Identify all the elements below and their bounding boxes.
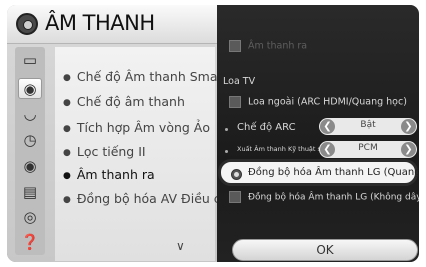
section-label: Loa TV xyxy=(223,76,256,87)
external-speaker-option[interactable]: Loa ngoài (ARC HDMI/Quang học) xyxy=(229,96,407,108)
chevron-down-icon[interactable]: ∨ xyxy=(176,239,185,253)
menu-item-label: Lọc tiếng II xyxy=(76,144,146,159)
ok-button[interactable]: OK xyxy=(232,239,418,261)
clock-icon[interactable]: ◷ xyxy=(18,130,42,151)
support-icon[interactable]: ❓ xyxy=(18,232,42,253)
checkbox[interactable] xyxy=(229,191,241,203)
speaker-icon[interactable]: ◉ xyxy=(18,78,42,99)
bullet-icon xyxy=(225,128,228,131)
chevron-right-icon[interactable]: ❯ xyxy=(401,142,416,157)
bullet-icon xyxy=(225,150,228,153)
speaker-icon xyxy=(16,13,38,35)
sound-menu-list: ● Chế độ Âm thanh Smart ● Chế độ âm thanh … xyxy=(55,47,248,261)
category-icon-column: ▭ ◉ ◡ ◷ ◉ ▤ ◎ ❓ xyxy=(15,47,45,255)
option-label: Âm thanh ra xyxy=(248,40,308,52)
option-label: Đồng bộ hóa Âm thanh LG (Quang) xyxy=(248,167,419,178)
arc-mode-label: Chế độ ARC xyxy=(237,122,296,133)
sound-out-panel: Âm thanh ra Loa TV Loa ngoài (ARC HDMI/Q… xyxy=(217,5,419,262)
lg-sync-wireless-option[interactable]: Đồng bộ hóa Âm thanh LG (Không dây) xyxy=(229,191,419,203)
menu-item-virtual-surround[interactable]: ● Tích hợp Âm vòng Ảo xyxy=(63,120,210,135)
page-title: ÂM THANH xyxy=(45,11,155,35)
digital-out-selector[interactable]: ❮ PCM ❯ xyxy=(319,141,417,158)
chevron-right-icon[interactable]: ❯ xyxy=(401,119,416,134)
menu-item-label: Tích hợp Âm vòng Ảo xyxy=(76,120,210,135)
radio-button[interactable] xyxy=(231,169,242,180)
menu-item-sound-mode[interactable]: ● Chế độ âm thanh xyxy=(63,94,185,109)
menu-item-sound-out[interactable]: ● Âm thanh ra xyxy=(63,167,155,182)
sound-settings-window: ÂM THANH ▭ ◉ ◡ ◷ ◉ ▤ ◎ ❓ ● Chế độ Âm than… xyxy=(7,5,419,262)
arc-mode-selector[interactable]: ❮ Bật ❯ xyxy=(319,118,417,135)
network-icon[interactable]: ◎ xyxy=(18,207,42,228)
menu-item-label: Chế độ âm thanh xyxy=(76,94,185,109)
option-label: Đồng bộ hóa Âm thanh LG (Không dây) xyxy=(248,192,419,203)
checkbox[interactable] xyxy=(229,40,241,52)
satellite-icon[interactable]: ◡ xyxy=(18,104,42,125)
options-icon[interactable]: ▤ xyxy=(18,182,42,203)
menu-item-smart-sound[interactable]: ● Chế độ Âm thanh Smart xyxy=(63,69,228,84)
menu-item-clear-voice[interactable]: ● Lọc tiếng II xyxy=(63,144,146,159)
checkbox[interactable] xyxy=(229,96,241,108)
screen-icon[interactable]: ▭ xyxy=(18,50,42,71)
lock-icon[interactable]: ◉ xyxy=(18,156,42,177)
lg-sync-optical-option[interactable]: Đồng bộ hóa Âm thanh LG (Quang) xyxy=(218,159,419,186)
title-bar: ÂM THANH xyxy=(7,5,217,44)
menu-item-label: Âm thanh ra xyxy=(76,167,155,182)
sound-menu-pane: ÂM THANH ▭ ◉ ◡ ◷ ◉ ▤ ◎ ❓ ● Chế độ Âm than… xyxy=(7,5,248,262)
tv-speaker-option[interactable]: Âm thanh ra xyxy=(229,40,307,52)
option-label: Loa ngoài (ARC HDMI/Quang học) xyxy=(248,96,407,108)
menu-item-label: Chế độ Âm thanh Smart xyxy=(76,69,228,84)
digital-out-label: Xuất Âm thanh Kỹ thuật số xyxy=(237,145,325,153)
